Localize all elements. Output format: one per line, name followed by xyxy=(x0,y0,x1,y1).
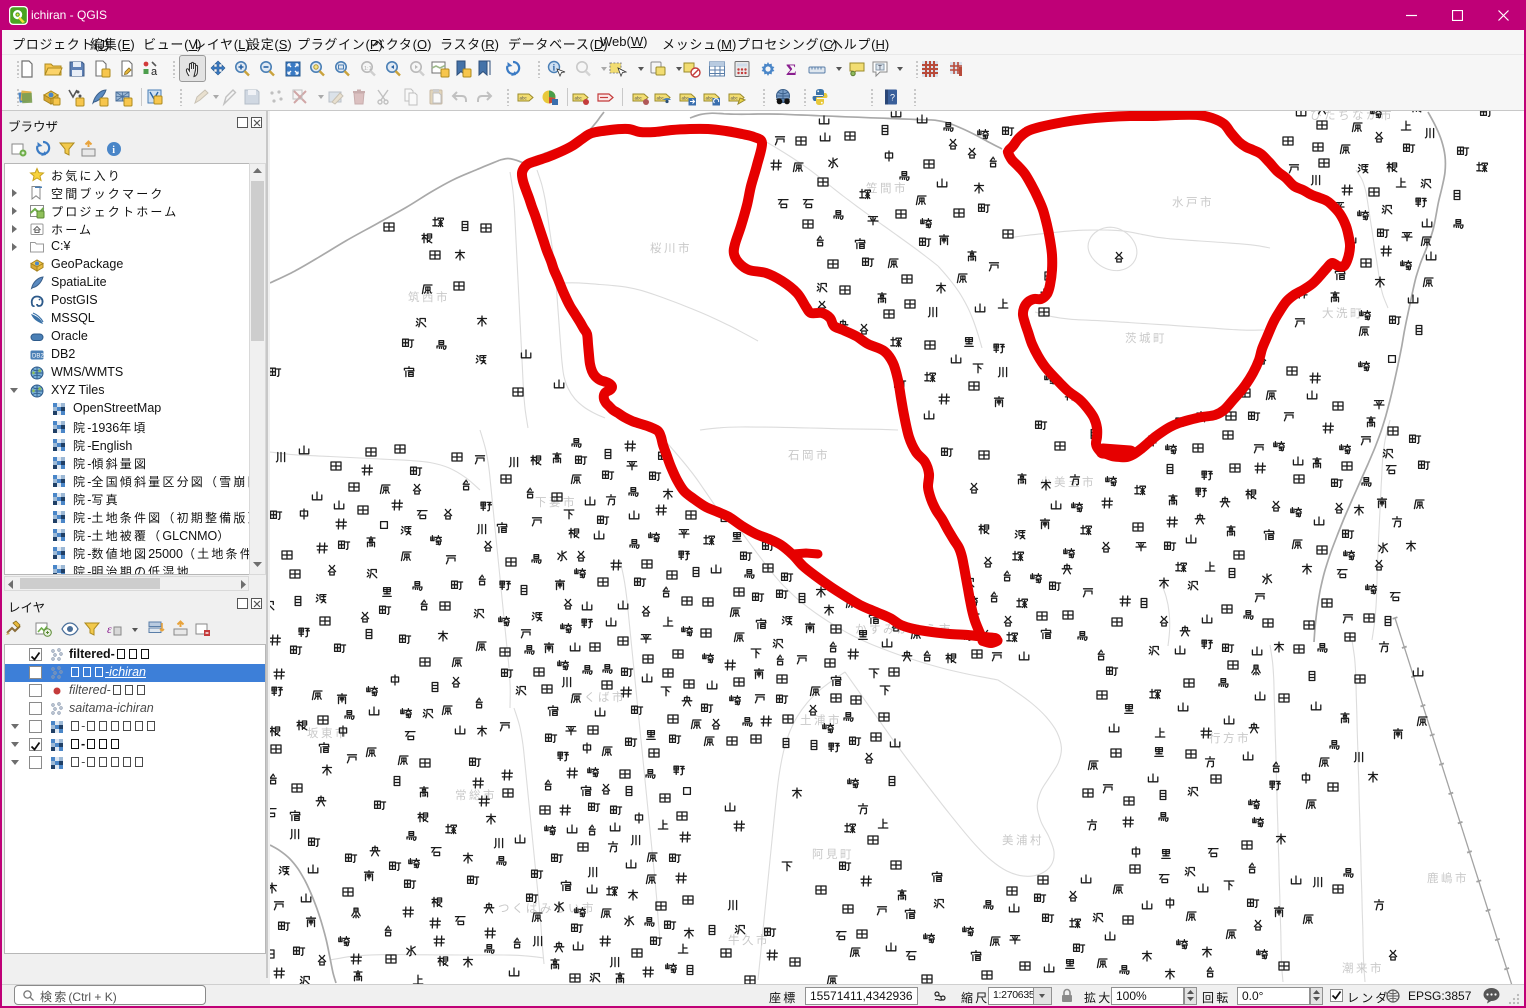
svg-text:1:1: 1:1 xyxy=(364,66,372,72)
svg-text:abc: abc xyxy=(706,96,714,101)
svg-text:桜川市: 桜川市 xyxy=(650,241,692,255)
svg-text:?: ? xyxy=(890,93,895,103)
svg-text:水戸市: 水戸市 xyxy=(1172,195,1214,209)
svg-text:阿見町: 阿見町 xyxy=(812,848,854,861)
svg-text:行方市: 行方市 xyxy=(1209,731,1251,745)
svg-text:茨城町: 茨城町 xyxy=(1125,331,1167,345)
svg-text:土浦市: 土浦市 xyxy=(800,713,842,727)
svg-text:潮来市: 潮来市 xyxy=(1342,961,1384,975)
svg-text:鹿嶋市: 鹿嶋市 xyxy=(1427,871,1469,885)
svg-text:DB2: DB2 xyxy=(32,354,44,360)
svg-text:ε: ε xyxy=(107,622,112,636)
svg-text:T: T xyxy=(878,65,882,72)
svg-text:美浦村: 美浦村 xyxy=(1002,833,1044,847)
svg-text:abc: abc xyxy=(575,96,583,101)
svg-text:abc: abc xyxy=(635,96,643,101)
svg-text:abc: abc xyxy=(731,96,739,101)
svg-text:石岡市: 石岡市 xyxy=(788,448,830,462)
svg-text:abc: abc xyxy=(520,96,528,101)
svg-text:筑西市: 筑西市 xyxy=(408,290,450,304)
svg-text:abc: abc xyxy=(682,96,690,101)
svg-text:笠間市: 笠間市 xyxy=(866,181,908,195)
svg-text:a: a xyxy=(151,66,158,78)
svg-text:牛久市: 牛久市 xyxy=(728,933,770,947)
svg-text:常総市: 常総市 xyxy=(455,788,497,802)
svg-text:Σ: Σ xyxy=(786,62,796,79)
svg-text:i: i xyxy=(112,145,115,156)
svg-text:大洗町: 大洗町 xyxy=(1322,306,1364,320)
